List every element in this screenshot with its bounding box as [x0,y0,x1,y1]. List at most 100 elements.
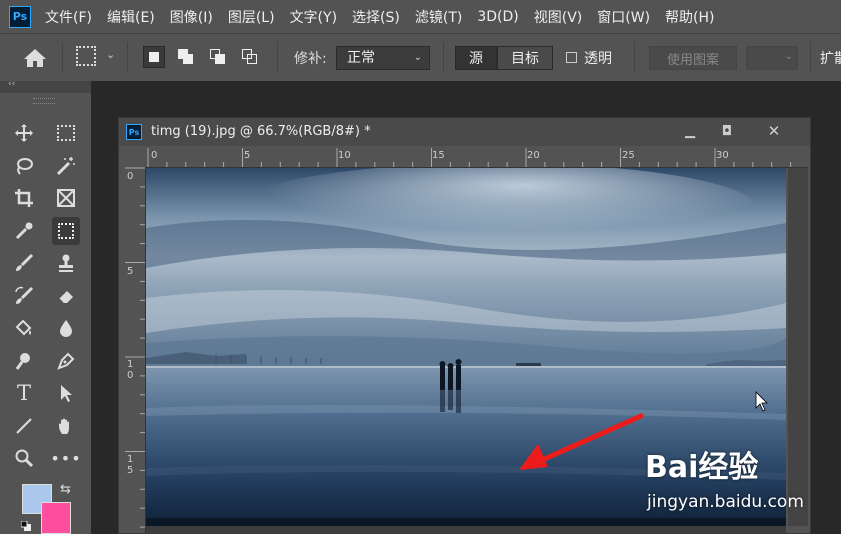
menu-view[interactable]: 视图(V) [534,7,583,27]
chevron-down-icon: ⌄ [784,51,793,62]
stamp-tool-icon[interactable] [52,249,80,277]
transparent-checkbox[interactable] [566,52,577,63]
divider [810,42,811,72]
path-selection-icon[interactable] [52,379,80,407]
chevron-down-icon[interactable]: ⌄ [106,48,115,61]
more-tools-icon[interactable]: ••• [50,444,80,472]
horizontal-scrollbar[interactable] [146,526,786,534]
use-pattern-button[interactable]: 使用图案 [649,46,737,70]
menu-file[interactable]: 文件(F) [45,7,92,27]
close-icon[interactable]: ✕ [759,121,789,141]
pattern-picker[interactable]: ⌄ [746,46,798,70]
menu-3d[interactable]: 3D(D) [477,9,518,25]
history-brush-icon[interactable] [10,282,38,310]
people-silhouettes [439,359,462,390]
ruler-label: 0 [151,150,158,161]
ruler-label: 1 5 [127,454,134,476]
ruler-label: 5 [127,266,134,277]
toolbox-header[interactable]: ‹‹ [0,79,91,93]
divider [127,42,128,72]
menu-layer[interactable]: 图层(L) [228,7,275,27]
eraser-tool-icon[interactable] [52,282,80,310]
intersect-selection-button[interactable] [239,46,261,68]
divider [62,42,63,72]
maximize-icon[interactable]: ◘ [712,121,742,141]
divider [634,42,635,72]
watermark-url: jingyan.baidu.com [647,492,804,512]
ruler-label: 10 [338,150,351,161]
watermark-brand: Bai经验 [645,450,759,485]
square-icon [149,52,159,62]
menu-window[interactable]: 窗口(W) [597,7,650,27]
rectangular-marquee-icon[interactable] [52,119,80,147]
blur-tool-icon[interactable] [52,314,80,342]
source-label: 源 [469,51,483,67]
divider [443,42,444,72]
menu-select[interactable]: 选择(S) [352,7,400,27]
menu-image[interactable]: 图像(I) [170,7,213,27]
dodge-tool-icon[interactable] [10,347,38,375]
subtract-from-selection-button[interactable] [207,46,229,68]
minimize-icon[interactable]: ▁ [675,121,705,141]
photoshop-file-icon: Ps [126,124,142,140]
target-button[interactable]: 目标 [497,46,553,70]
ruler-label: 20 [527,150,540,161]
line-tool-icon[interactable] [10,412,38,440]
square-icon [183,54,193,64]
options-bar: ⌄ 修补: 正常 ⌄ 源 目标 透明 使用图案 ⌄ 扩散 [0,33,841,81]
target-label: 目标 [511,51,539,67]
baidu-jingyan-watermark: Bai经验 jingyan.baidu.com [645,442,835,518]
move-tool-icon[interactable] [10,119,38,147]
toolbox-grip[interactable] [33,98,55,104]
square-icon [215,54,225,64]
patch-mode-select[interactable]: 正常 ⌄ [336,46,430,70]
square-outline-icon [247,54,257,64]
use-pattern-label: 使用图案 [666,52,719,68]
transparent-label: 透明 [584,51,612,67]
ruler-vertical[interactable]: 0 5 1 0 1 5 [125,167,146,533]
document-title: timg (19).jpg @ 66.7%(RGB/8#) * [151,124,371,139]
toolbox: ‹‹ T ••• ⇆ [0,79,91,534]
collapse-icon[interactable]: ‹‹ [8,79,15,89]
frame-tool-icon[interactable] [52,184,80,212]
default-colors-icon[interactable] [21,521,31,531]
patch-label: 修补: [294,51,327,67]
swap-colors-icon[interactable]: ⇆ [60,482,71,497]
new-selection-button[interactable] [143,46,165,68]
diffusion-label: 扩散 [820,51,841,67]
ruler-label: 1 0 [127,359,134,381]
home-icon[interactable] [22,47,48,69]
crop-tool-icon[interactable] [10,184,38,212]
menu-help[interactable]: 帮助(H) [665,7,714,27]
zoom-tool-icon[interactable] [10,444,38,472]
ruler-label: 5 [244,150,251,161]
lasso-tool-icon[interactable] [10,152,38,180]
background-color-swatch[interactable] [41,502,71,534]
source-button[interactable]: 源 [455,46,497,70]
patch-tool-preset-icon[interactable] [76,46,96,66]
ruler-label: 0 [127,171,134,182]
ruler-horizontal[interactable]: 0 5 10 15 20 25 30 [146,148,808,168]
pen-tool-icon[interactable] [52,347,80,375]
paint-bucket-icon[interactable] [10,314,38,342]
brush-tool-icon[interactable] [10,249,38,277]
chevron-down-icon: ⌄ [413,52,422,63]
ruler-origin[interactable] [125,148,146,167]
patch-tool-icon[interactable] [52,217,80,245]
menu-edit[interactable]: 编辑(E) [107,7,155,27]
add-to-selection-button[interactable] [175,46,197,68]
hand-tool-icon[interactable] [52,412,80,440]
eyedropper-icon[interactable] [10,217,38,245]
menu-bar: Ps 文件(F) 编辑(E) 图像(I) 图层(L) 文字(Y) 选择(S) 滤… [0,0,841,33]
photoshop-logo-icon: Ps [9,5,31,28]
patch-mode-value: 正常 [347,50,375,66]
type-tool-icon[interactable]: T [10,379,38,407]
ruler-label: 15 [432,150,445,161]
magic-wand-icon[interactable] [52,152,80,180]
divider [277,42,278,72]
document-title-bar[interactable]: Ps timg (19).jpg @ 66.7%(RGB/8#) * ▁ ◘ ✕ [119,118,810,146]
ruler-label: 25 [622,150,635,161]
menu-filter[interactable]: 滤镜(T) [415,7,462,27]
menu-type[interactable]: 文字(Y) [290,7,337,27]
ruler-label: 30 [716,150,729,161]
